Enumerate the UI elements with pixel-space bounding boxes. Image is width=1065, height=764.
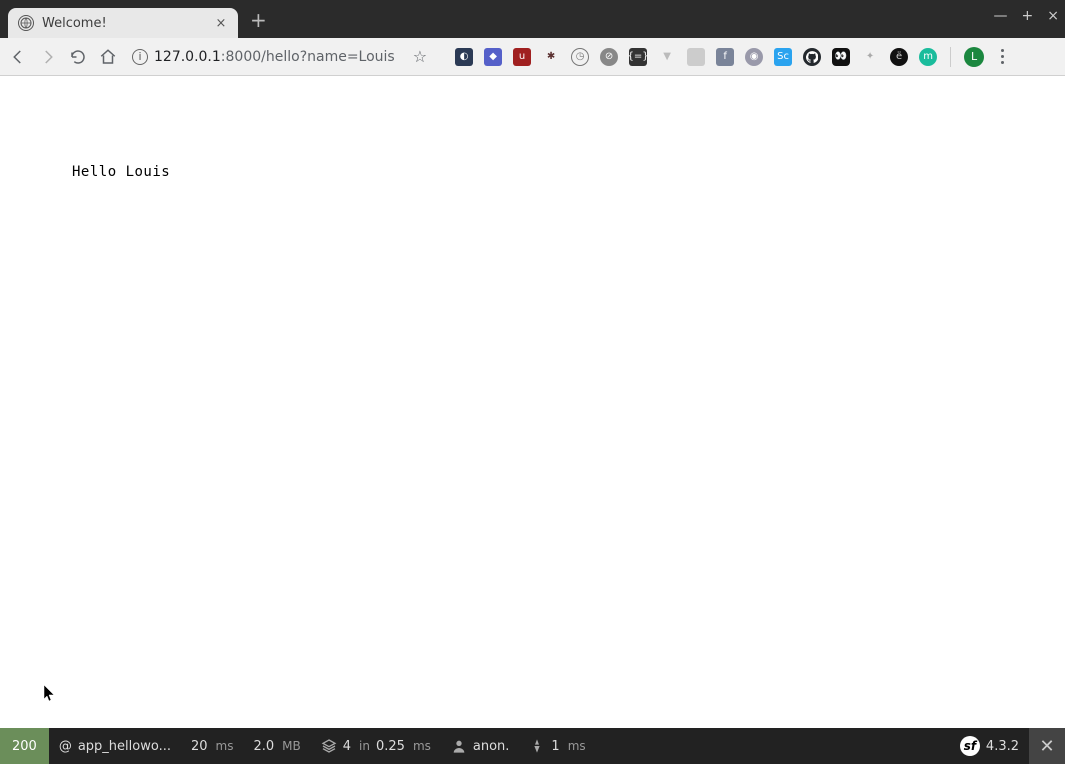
window-maximize-button[interactable]: + <box>1022 8 1034 24</box>
forward-button[interactable] <box>38 47 58 67</box>
extension-icon[interactable]: Sc <box>774 48 792 66</box>
browser-tab[interactable]: Welcome! × <box>8 8 238 38</box>
window-close-button[interactable]: × <box>1047 8 1059 24</box>
window-minimize-button[interactable]: — <box>994 8 1008 24</box>
back-button[interactable] <box>8 47 28 67</box>
sf-db-unit: ms <box>568 739 586 753</box>
sf-twig-count: 4 <box>343 739 351 754</box>
sf-version[interactable]: sf 4.3.2 <box>950 728 1029 764</box>
symfony-logo-icon: sf <box>960 736 980 756</box>
mouse-cursor-icon <box>44 685 56 707</box>
sf-route-prefix: @ <box>59 739 72 754</box>
extension-icons: ◐ ◆ u ✱ ◷ ⊘ {=} ▼ f ◉ Sc 👀 ✦ ë m L <box>455 47 1010 67</box>
window-controls: — + × <box>994 8 1059 24</box>
user-icon <box>451 738 467 754</box>
sf-db-count: 1 <box>551 739 559 754</box>
sf-twig[interactable]: 4 in 0.25 ms <box>311 728 441 764</box>
sf-route[interactable]: @ app_hellowo... <box>49 728 181 764</box>
sf-twig-in: in <box>359 739 370 753</box>
address-bar[interactable]: i 127.0.0.1:8000/hello?name=Louis <box>132 49 395 65</box>
url-text: 127.0.0.1:8000/hello?name=Louis <box>154 49 395 65</box>
vue-icon[interactable]: ▼ <box>658 48 676 66</box>
url-path: :8000/hello?name=Louis <box>221 49 395 65</box>
facebook-icon[interactable]: f <box>716 48 734 66</box>
sf-status-code[interactable]: 200 <box>0 728 49 764</box>
sf-memory-value: 2.0 <box>253 739 274 754</box>
globe-icon <box>18 15 34 31</box>
symfony-debug-toolbar: 200 @ app_hellowo... 20 ms 2.0 MB 4 in 0… <box>0 728 1065 764</box>
home-button[interactable] <box>98 47 118 67</box>
browser-toolbar: i 127.0.0.1:8000/hello?name=Louis ☆ ◐ ◆ … <box>0 38 1065 76</box>
discord-icon[interactable]: ◉ <box>745 48 763 66</box>
sf-twig-unit: ms <box>413 739 431 753</box>
layers-icon <box>321 738 337 754</box>
sf-db[interactable]: 1 ms <box>519 728 595 764</box>
extension-icon[interactable]: 👀 <box>832 48 850 66</box>
browser-menu-button[interactable] <box>995 49 1010 64</box>
extension-icon[interactable] <box>687 48 705 66</box>
extension-icon[interactable]: ◐ <box>455 48 473 66</box>
url-host: 127.0.0.1 <box>154 49 221 65</box>
profile-avatar[interactable]: L <box>964 47 984 67</box>
extension-icon[interactable]: ✱ <box>542 48 560 66</box>
twig-leaf-icon <box>529 738 545 754</box>
sf-memory-unit: MB <box>282 739 301 753</box>
browser-titlebar: Welcome! × + — + × <box>0 0 1065 38</box>
extension-icon[interactable]: {=} <box>629 48 647 66</box>
new-tab-button[interactable]: + <box>238 8 279 38</box>
extension-icon[interactable]: m <box>919 48 937 66</box>
sf-version-text: 4.3.2 <box>986 739 1019 754</box>
extension-icon[interactable]: ◆ <box>484 48 502 66</box>
bookmark-star-icon[interactable]: ☆ <box>413 47 427 66</box>
ublock-icon[interactable]: u <box>513 48 531 66</box>
site-info-icon[interactable]: i <box>132 49 148 65</box>
sf-time-value: 20 <box>191 739 208 754</box>
sf-route-name: app_hellowo... <box>78 739 171 754</box>
sf-security[interactable]: anon. <box>441 728 520 764</box>
reload-button[interactable] <box>68 47 88 67</box>
extension-icon[interactable]: ✦ <box>861 48 879 66</box>
sf-user: anon. <box>473 739 510 754</box>
sf-time[interactable]: 20 ms <box>181 728 244 764</box>
greeting-text: Hello Louis <box>72 164 170 180</box>
github-icon[interactable] <box>803 48 821 66</box>
extension-icon[interactable]: ë <box>890 48 908 66</box>
tab-title: Welcome! <box>42 16 206 31</box>
clock-icon[interactable]: ◷ <box>571 48 589 66</box>
page-content: Hello Louis <box>0 76 1065 728</box>
extension-icon[interactable]: ⊘ <box>600 48 618 66</box>
sf-time-unit: ms <box>216 739 234 753</box>
sf-twig-time: 0.25 <box>376 739 405 754</box>
sf-close-button[interactable]: ✕ <box>1029 728 1065 764</box>
separator <box>950 47 951 67</box>
tab-close-icon[interactable]: × <box>214 16 228 31</box>
sf-memory[interactable]: 2.0 MB <box>243 728 310 764</box>
